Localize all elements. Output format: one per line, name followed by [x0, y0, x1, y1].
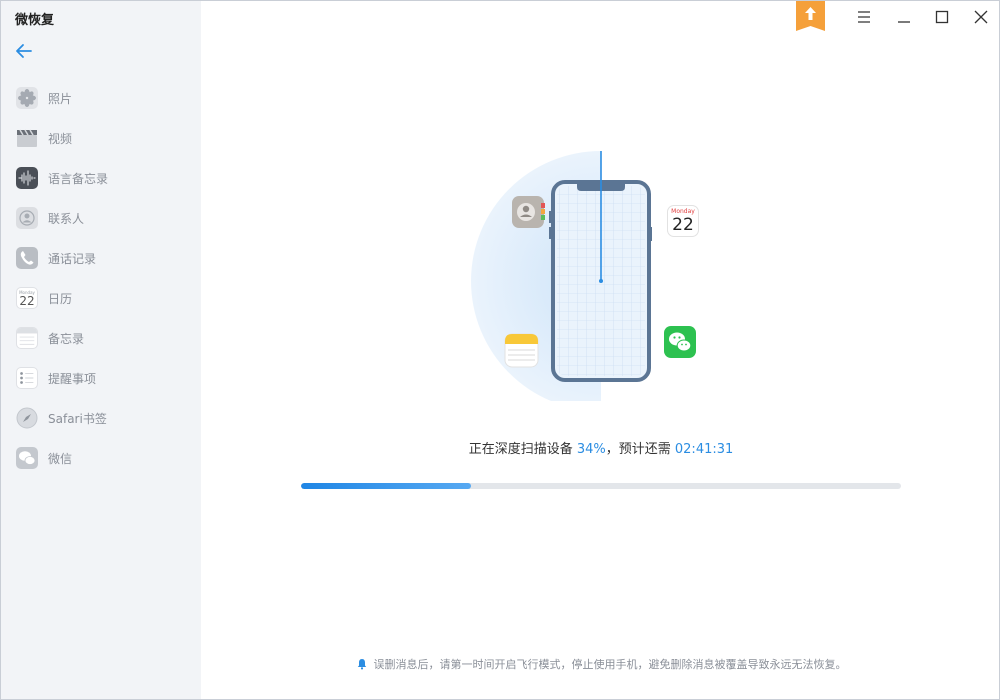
calendar-icon: Monday 22 [16, 287, 38, 309]
video-clapper-icon [16, 127, 38, 149]
sidebar: 微恢复 [1, 1, 201, 700]
upgrade-button[interactable] [796, 1, 825, 31]
sidebar-item-calendar[interactable]: Monday 22 日历 [1, 278, 201, 318]
close-button[interactable] [971, 7, 991, 27]
sidebar-item-label: 视频 [48, 130, 72, 147]
maximize-button[interactable] [932, 7, 952, 27]
safari-icon [16, 407, 38, 429]
sidebar-item-label: 备忘录 [48, 330, 84, 347]
upgrade-arrow-icon [796, 1, 825, 31]
app-title: 微恢复 [15, 9, 54, 28]
calendar-app-day: 22 [668, 215, 698, 235]
maximize-icon [932, 7, 952, 27]
minimize-icon [894, 7, 914, 27]
scan-percent: 34% [577, 442, 606, 457]
sidebar-item-label: 语言备忘录 [48, 170, 108, 187]
notes-icon [16, 327, 38, 349]
sidebar-list: 照片 视频 语言备忘 [1, 78, 201, 478]
calendar-app-icon: Monday 22 [667, 205, 699, 237]
wechat-app-icon [664, 326, 696, 358]
minimize-button[interactable] [894, 7, 914, 27]
tip-text: 误删消息后，请第一时间开启飞行模式，停止使用手机，避免删除消息被覆盖导致永远无法… [374, 656, 847, 672]
notes-app-icon [505, 334, 538, 367]
wechat-icon [16, 447, 38, 469]
arrow-left-icon [13, 41, 35, 61]
sidebar-item-safari-bookmarks[interactable]: Safari书签 [1, 398, 201, 438]
sidebar-item-label: 提醒事项 [48, 370, 96, 387]
scan-status-middle: ，预计还需 [606, 442, 675, 457]
menu-button[interactable] [854, 7, 874, 27]
sidebar-item-call-log[interactable]: 通话记录 [1, 238, 201, 278]
scan-status: 正在深度扫描设备 34%，预计还需 02:41:31 [301, 438, 901, 457]
sidebar-item-notes[interactable]: 备忘录 [1, 318, 201, 358]
scan-status-prefix: 正在深度扫描设备 [469, 442, 577, 457]
sidebar-item-label: Safari书签 [48, 410, 107, 427]
scan-progress-bar [301, 483, 901, 489]
photos-icon [16, 87, 38, 109]
sidebar-item-reminders[interactable]: 提醒事项 [1, 358, 201, 398]
sidebar-item-wechat[interactable]: 微信 [1, 438, 201, 478]
bell-icon [356, 658, 368, 670]
sidebar-item-label: 日历 [48, 290, 72, 307]
sidebar-item-voice-memo[interactable]: 语言备忘录 [1, 158, 201, 198]
hamburger-menu-icon [854, 7, 874, 27]
contacts-app-icon [512, 196, 545, 228]
scan-remaining-time: 02:41:31 [675, 442, 733, 457]
contacts-icon [16, 207, 38, 229]
back-button[interactable] [13, 41, 35, 61]
calendar-app-month: Monday [668, 208, 698, 215]
app-window: 微恢复 [0, 0, 1000, 700]
phone-icon [16, 247, 38, 269]
sidebar-item-label: 照片 [48, 90, 72, 107]
tip-banner: 误删消息后，请第一时间开启飞行模式，停止使用手机，避免删除消息被覆盖导致永远无法… [201, 656, 1000, 672]
reminders-icon [16, 367, 38, 389]
close-icon [971, 7, 991, 27]
scan-illustration [461, 141, 721, 401]
calendar-day: 22 [19, 295, 34, 308]
sidebar-item-contacts[interactable]: 联系人 [1, 198, 201, 238]
sidebar-item-label: 微信 [48, 450, 72, 467]
sidebar-item-photos[interactable]: 照片 [1, 78, 201, 118]
voice-memo-icon [16, 167, 38, 189]
sidebar-item-video[interactable]: 视频 [1, 118, 201, 158]
sidebar-item-label: 联系人 [48, 210, 84, 227]
scan-progress-fill [301, 483, 471, 489]
sidebar-item-label: 通话记录 [48, 250, 96, 267]
